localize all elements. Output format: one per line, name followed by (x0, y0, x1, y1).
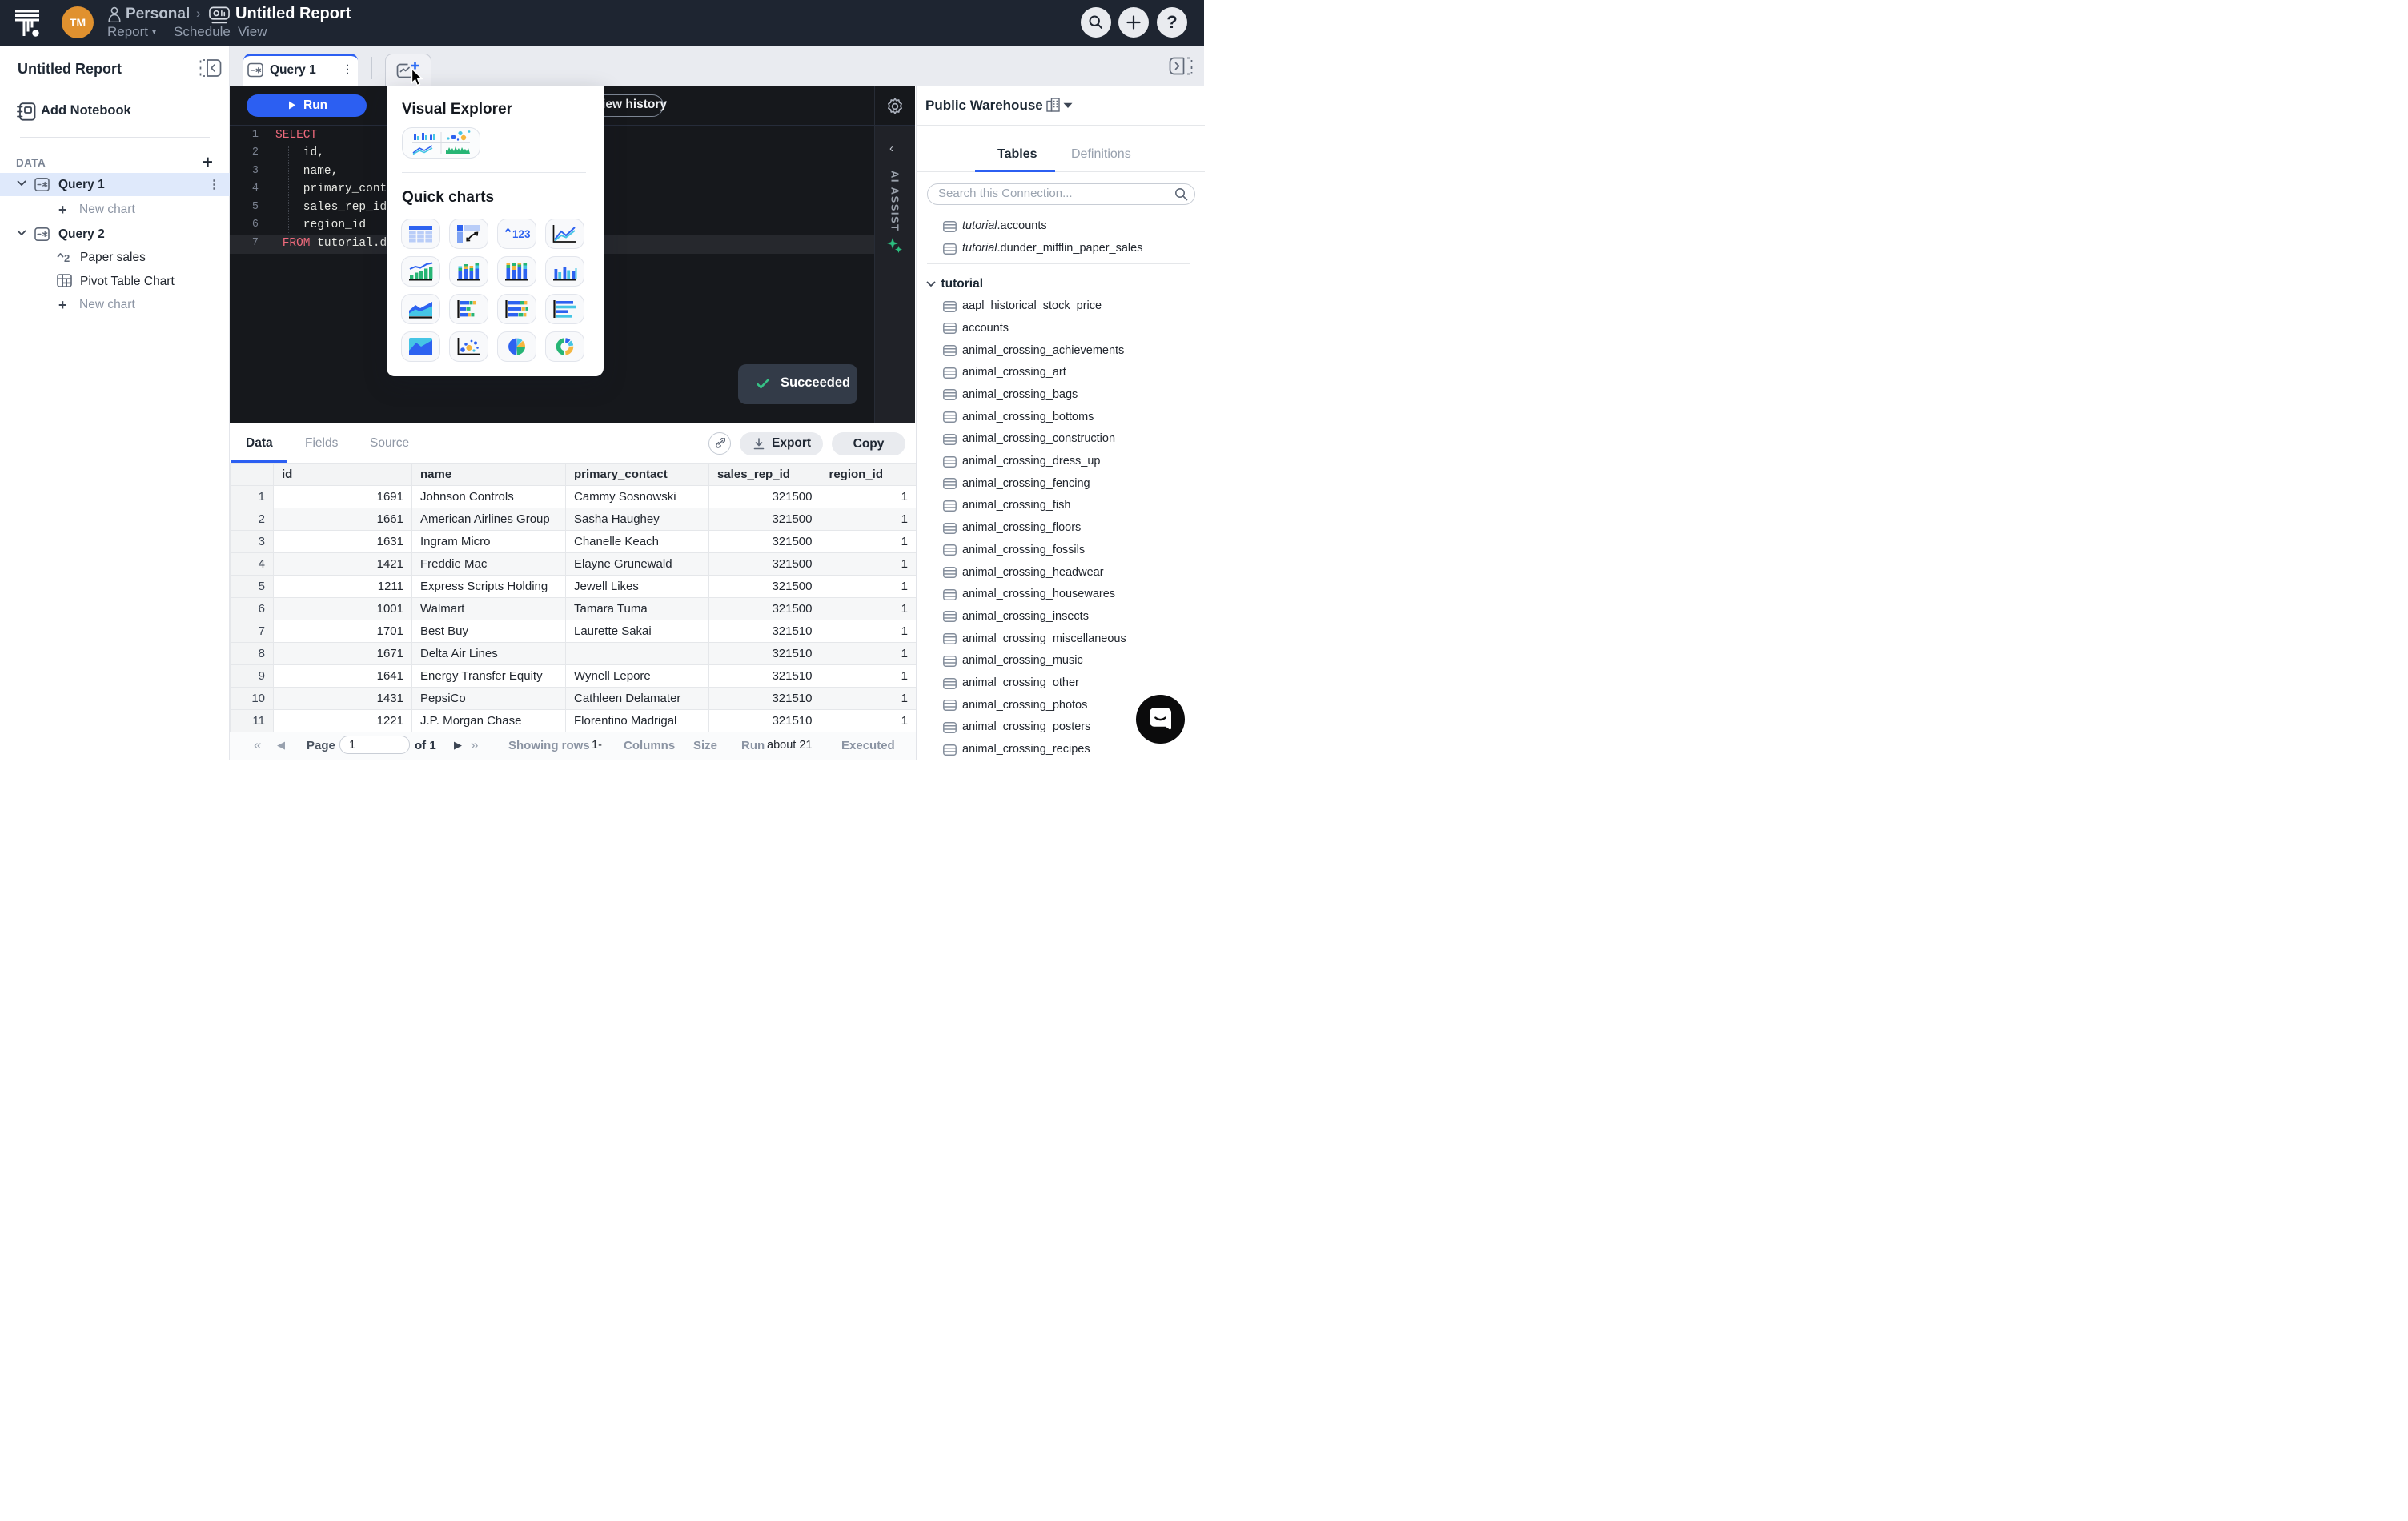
svg-text:123: 123 (512, 228, 530, 240)
svg-text:2: 2 (64, 252, 70, 263)
